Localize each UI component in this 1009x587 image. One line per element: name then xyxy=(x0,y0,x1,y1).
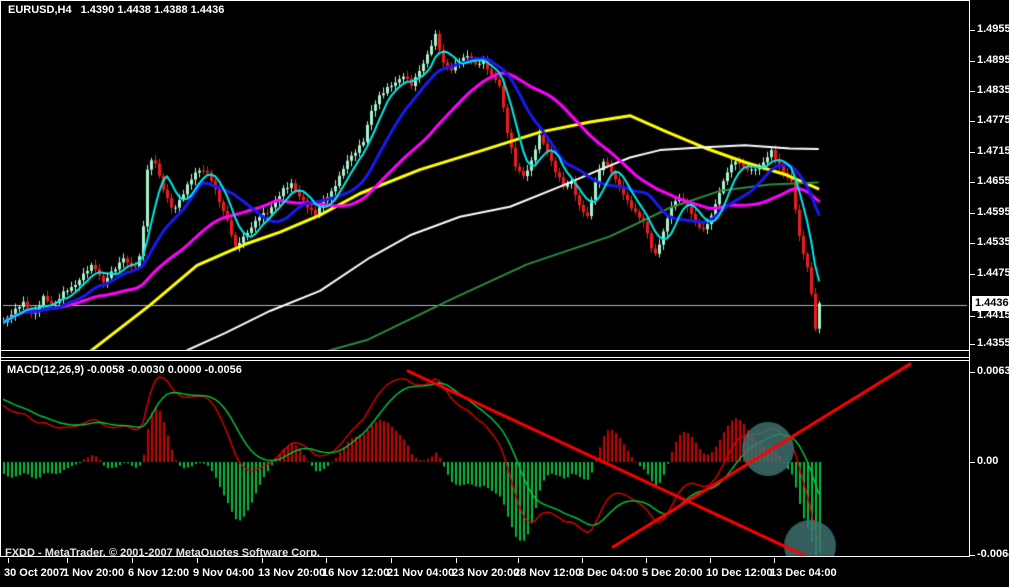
axis-separator-line xyxy=(969,0,970,557)
current-price-value: 1.4436 xyxy=(975,297,1009,309)
panel-splitter[interactable] xyxy=(0,357,969,358)
ohlc-values-label: 1.4390 1.4438 1.4388 1.4436 xyxy=(80,4,225,16)
macd-panel-top-border xyxy=(0,360,969,361)
current-price-box: 1.4436 xyxy=(972,296,1009,311)
symbol-timeframe-label: EURUSD,H4 xyxy=(8,4,72,16)
window-left-border xyxy=(0,0,1,557)
price-chart-canvas[interactable] xyxy=(0,0,1009,587)
window-top-border xyxy=(0,0,969,1)
chart-title: EURUSD,H4 1.4390 1.4438 1.4388 1.4436 xyxy=(8,4,224,16)
main-panel-bottom-border xyxy=(0,350,969,351)
copyright-label: FXDD - MetaTrader, © 2001-2007 MetaQuote… xyxy=(5,547,320,557)
macd-indicator-label: MACD(12,26,9) -0.0058 -0.0030 0.0000 -0.… xyxy=(7,364,242,376)
chart-window: EURUSD,H4 1.4390 1.4438 1.4388 1.4436 MAC… xyxy=(0,0,1009,587)
